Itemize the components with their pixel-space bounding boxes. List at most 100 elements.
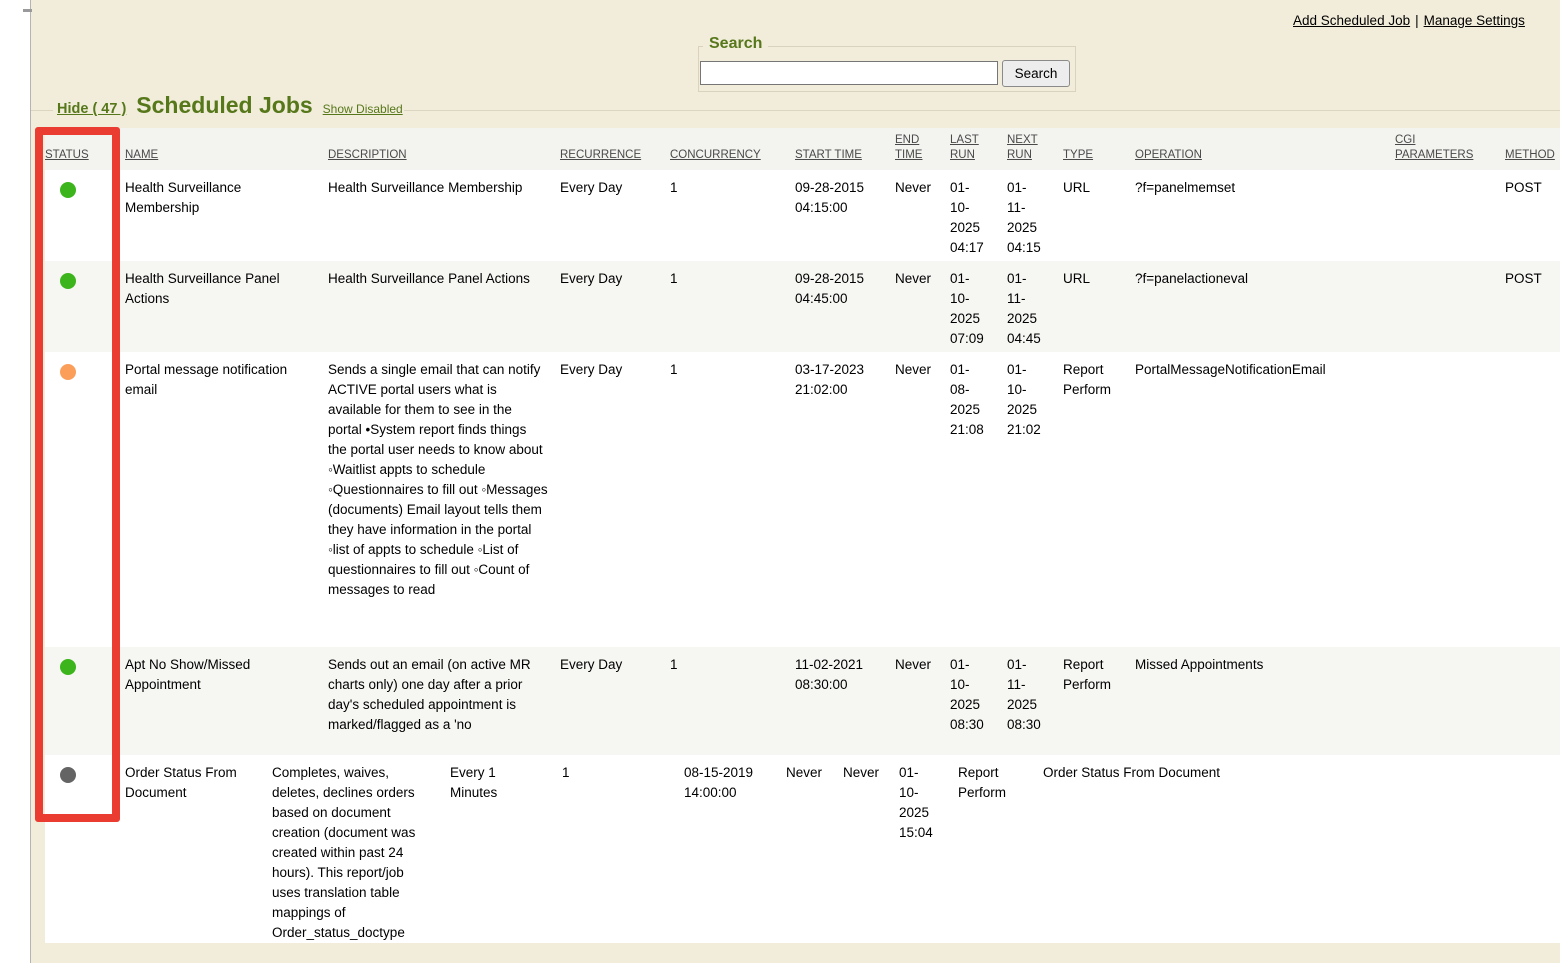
status-dot (60, 364, 76, 380)
search-input[interactable] (700, 61, 998, 85)
cell-concurrency: 1 (670, 352, 795, 647)
cell-filler (1343, 755, 1560, 943)
cell-last-run: 01-10-2025 07:09 (950, 261, 1007, 352)
hide-count-link[interactable]: Hide ( 47 ) (57, 101, 126, 117)
sort-recurrence[interactable]: RECURRENCE (560, 149, 641, 161)
cell-description: Health Surveillance Panel Actions (328, 261, 560, 352)
cell-end-time: Never (895, 170, 950, 261)
cell-concurrency: 1 (670, 261, 795, 352)
cell-description: Sends out an email (on active MR charts … (328, 647, 560, 755)
cell-description: Sends a single email that can notify ACT… (328, 352, 560, 647)
manage-settings-link[interactable]: Manage Settings (1424, 13, 1525, 28)
left-frame-gutter (0, 0, 31, 963)
top-action-links: Add Scheduled Job|Manage Settings (1293, 13, 1525, 28)
show-disabled-link[interactable]: Show Disabled (323, 102, 403, 116)
cell-recurrence: Every Day (560, 647, 670, 755)
cell-cgi-parameters (1395, 647, 1505, 755)
cell-status (45, 647, 125, 755)
table-row: Order Status From Document Completes, wa… (45, 755, 1560, 943)
column-header-end-time: END TIME (895, 128, 950, 170)
jobs-table-main: STATUS NAME DESCRIPTION RECURRENCE CONCU… (45, 128, 1560, 755)
column-header-name: NAME (125, 128, 328, 170)
cell-end-time: Never (895, 352, 950, 647)
cell-next-run: 01-10-2025 15:04 (899, 755, 958, 943)
column-header-operation: OPERATION (1135, 128, 1395, 170)
status-dot (60, 767, 76, 783)
cell-start-time: 03-17-2023 21:02:00 (795, 352, 895, 647)
panel-border-right-segment (404, 110, 1560, 111)
cell-status (45, 261, 125, 352)
column-header-recurrence: RECURRENCE (560, 128, 670, 170)
column-header-last-run: LAST RUN (950, 128, 1007, 170)
cell-method (1505, 352, 1560, 647)
cell-last-run: 01-10-2025 04:17 (950, 170, 1007, 261)
search-button[interactable]: Search (1002, 60, 1070, 87)
sort-end-time[interactable]: END TIME (895, 134, 922, 161)
cell-method: POST (1505, 170, 1560, 261)
cell-next-run: 01-10-2025 21:02 (1007, 352, 1063, 647)
sort-cgi-parameters[interactable]: CGI PARAMETERS (1395, 134, 1473, 161)
column-header-description: DESCRIPTION (328, 128, 560, 170)
column-header-cgi-parameters: CGI PARAMETERS (1395, 128, 1505, 170)
cell-method (1505, 647, 1560, 755)
cell-description: Health Surveillance Membership (328, 170, 560, 261)
column-header-type: TYPE (1063, 128, 1135, 170)
sort-type[interactable]: TYPE (1063, 149, 1093, 161)
cell-last-run: 01-10-2025 08:30 (950, 647, 1007, 755)
sort-last-run[interactable]: LAST RUN (950, 134, 979, 161)
sort-method[interactable]: METHOD (1505, 149, 1555, 161)
sort-description[interactable]: DESCRIPTION (328, 149, 407, 161)
cell-name: Apt No Show/Missed Appointment (125, 647, 328, 755)
cell-type: Report Perform (1063, 647, 1135, 755)
cell-operation: ?f=panelmemset (1135, 170, 1395, 261)
cell-cgi-parameters (1395, 352, 1505, 647)
jobs-table-continued: Order Status From Document Completes, wa… (45, 755, 1560, 943)
scheduled-jobs-table: STATUS NAME DESCRIPTION RECURRENCE CONCU… (45, 128, 1560, 943)
status-dot (60, 182, 76, 198)
column-header-start-time: START TIME (795, 128, 895, 170)
cell-status (45, 352, 125, 647)
cell-start-time: 08-15-2019 14:00:00 (684, 755, 786, 943)
add-scheduled-job-link[interactable]: Add Scheduled Job (1293, 13, 1410, 28)
cell-concurrency: 1 (670, 170, 795, 261)
cell-description: Completes, waives, deletes, declines ord… (272, 755, 450, 943)
column-header-status: STATUS (45, 128, 125, 170)
search-fieldset-legend: Search (703, 35, 768, 53)
cell-operation: PortalMessageNotificationEmail (1135, 352, 1395, 647)
sort-status[interactable]: STATUS (45, 149, 89, 161)
cell-next-run: 01-11-2025 04:45 (1007, 261, 1063, 352)
cell-type: URL (1063, 261, 1135, 352)
cell-name: Health Surveillance Membership (125, 170, 328, 261)
cell-next-run: 01-11-2025 08:30 (1007, 647, 1063, 755)
sort-name[interactable]: NAME (125, 149, 158, 161)
cell-operation: Missed Appointments (1135, 647, 1395, 755)
cell-cgi-parameters (1395, 261, 1505, 352)
cell-start-time: 11-02-2021 08:30:00 (795, 647, 895, 755)
status-dot (60, 273, 76, 289)
cell-name: Order Status From Document (125, 755, 272, 943)
cell-concurrency: 1 (562, 755, 684, 943)
cell-end-time: Never (786, 755, 843, 943)
cell-concurrency: 1 (670, 647, 795, 755)
table-header-row: STATUS NAME DESCRIPTION RECURRENCE CONCU… (45, 128, 1560, 170)
sort-start-time[interactable]: START TIME (795, 149, 862, 161)
cell-last-run: Never (843, 755, 899, 943)
sort-operation[interactable]: OPERATION (1135, 149, 1202, 161)
cell-name: Health Surveillance Panel Actions (125, 261, 328, 352)
sort-next-run[interactable]: NEXT RUN (1007, 134, 1038, 161)
sort-concurrency[interactable]: CONCURRENCY (670, 149, 761, 161)
cell-status (45, 170, 125, 261)
column-header-concurrency: CONCURRENCY (670, 128, 795, 170)
cell-end-time: Never (895, 261, 950, 352)
panel-border-left-segment (30, 110, 53, 111)
frame-resize-tick (23, 9, 32, 12)
cell-operation: Order Status From Document (1043, 755, 1343, 943)
cell-type: Report Perform (958, 755, 1043, 943)
cell-recurrence: Every Day (560, 170, 670, 261)
column-header-method: METHOD (1505, 128, 1560, 170)
cell-recurrence: Every Day (560, 352, 670, 647)
cell-type: Report Perform (1063, 352, 1135, 647)
status-dot (60, 659, 76, 675)
cell-method: POST (1505, 261, 1560, 352)
cell-operation: ?f=panelactioneval (1135, 261, 1395, 352)
